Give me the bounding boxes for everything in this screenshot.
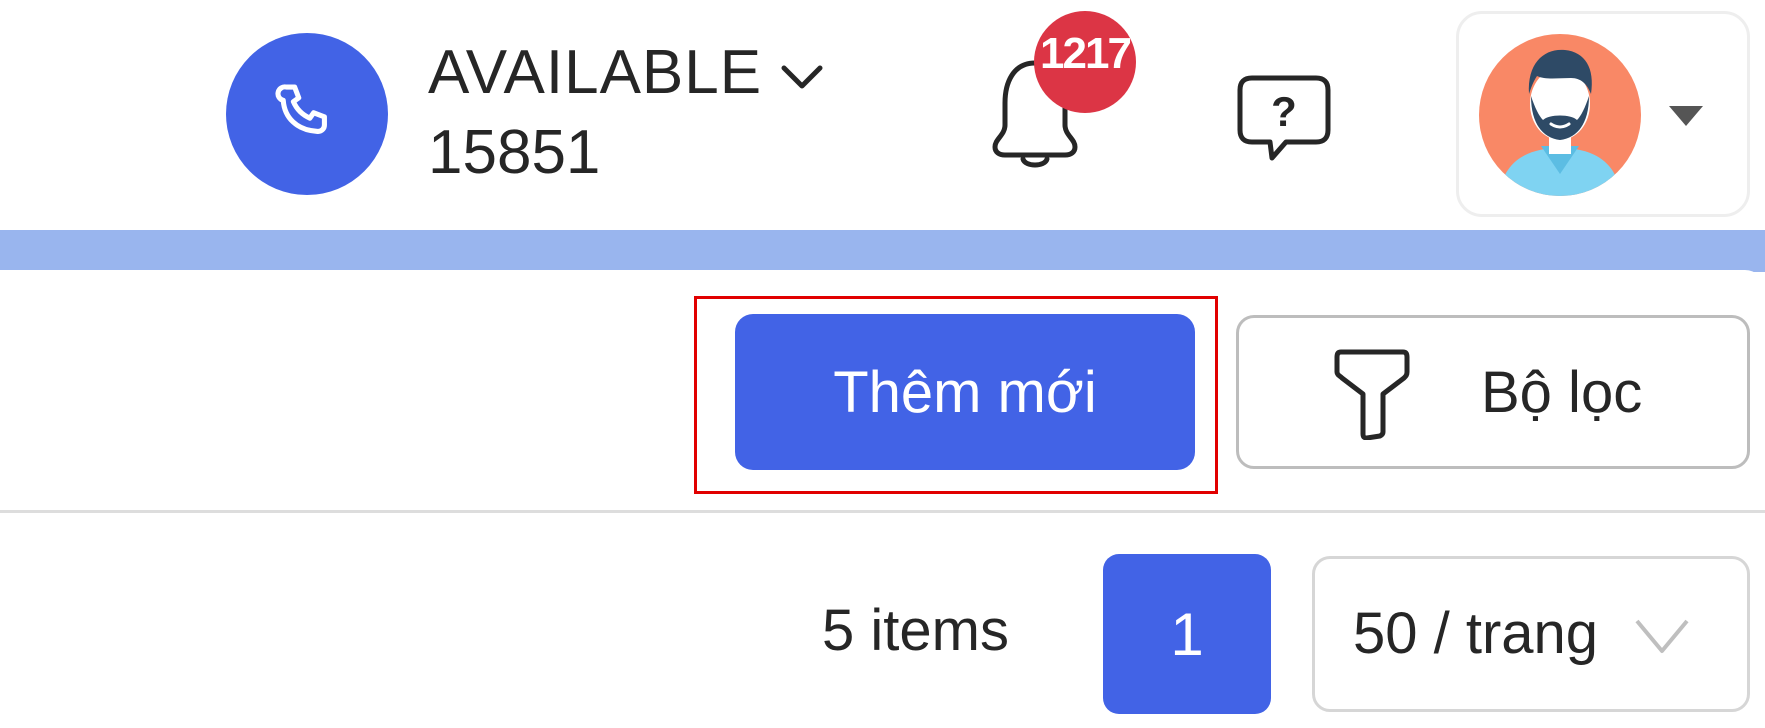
chevron-down-icon: [1635, 619, 1689, 653]
filter-button[interactable]: Bộ lọc: [1236, 315, 1750, 469]
page-size-select[interactable]: 50 / trang: [1312, 556, 1750, 712]
filter-icon: [1334, 349, 1410, 440]
user-avatar: [1479, 34, 1641, 196]
page: AVAILABLE 15851 1217 ? Thêm mới Bộ lọc 5…: [0, 0, 1765, 728]
total-items: 5 items: [822, 598, 1009, 663]
header-band: [0, 230, 1765, 272]
status-label[interactable]: AVAILABLE: [428, 38, 762, 108]
svg-text:?: ?: [1271, 88, 1297, 135]
phone-button[interactable]: [226, 33, 388, 195]
notification-badge: 1217: [1034, 11, 1136, 113]
caret-down-icon: [1669, 106, 1703, 126]
extension-number: 15851: [428, 118, 601, 187]
help-chat-icon[interactable]: ?: [1236, 74, 1332, 166]
agent-status: AVAILABLE 15851: [428, 38, 828, 188]
filter-label: Bộ lọc: [1481, 360, 1643, 425]
divider: [0, 510, 1765, 513]
phone-icon: [275, 84, 327, 134]
user-menu[interactable]: [1456, 11, 1750, 217]
top-header: AVAILABLE 15851 1217 ?: [0, 0, 1765, 230]
avatar-illustration: [1499, 49, 1621, 196]
page-size-value: 50 / trang: [1353, 601, 1599, 666]
page-number-1[interactable]: 1: [1103, 554, 1271, 714]
chevron-down-icon[interactable]: [780, 62, 824, 92]
add-new-button[interactable]: Thêm mới: [735, 314, 1195, 470]
